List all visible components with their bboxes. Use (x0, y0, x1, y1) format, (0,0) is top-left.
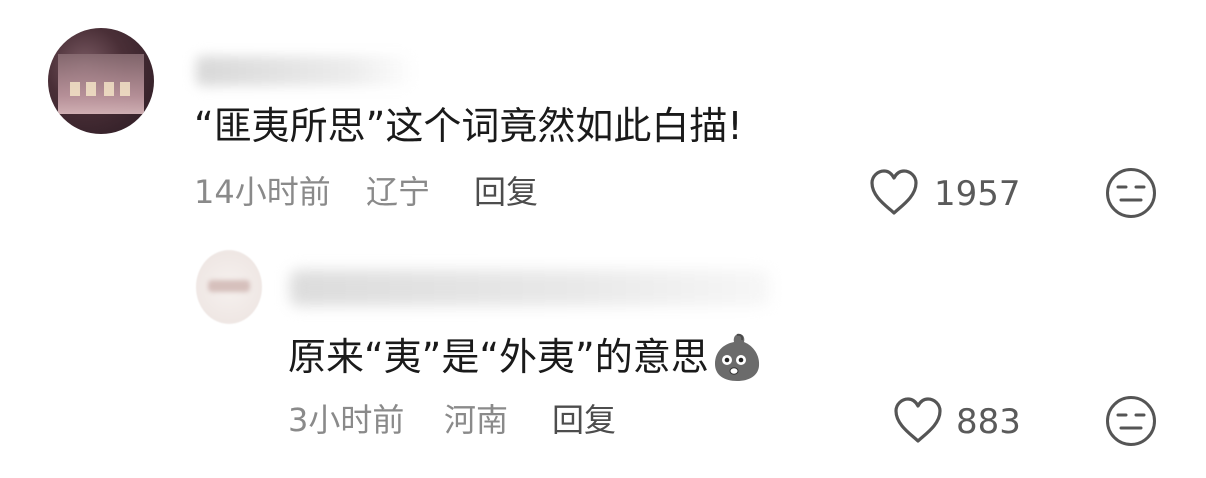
username-blurred[interactable] (196, 56, 416, 86)
avatar-image (208, 280, 250, 292)
dislike-button[interactable] (1104, 394, 1158, 448)
comment-time: 14小时前 (194, 173, 331, 211)
comment-text: “匪夷所思”这个词竟然如此白描! (194, 104, 743, 148)
comment-location: 辽宁 (366, 173, 431, 211)
like-button[interactable] (868, 168, 920, 218)
like-count: 1957 (934, 174, 1021, 214)
username-blurred[interactable] (290, 270, 770, 306)
comment-time: 3小时前 (288, 401, 405, 439)
heart-outline-icon (894, 397, 942, 443)
heart-outline-icon (870, 169, 918, 215)
like-button[interactable] (892, 396, 944, 446)
comment-location: 河南 (444, 401, 509, 439)
reply-comment: 原来“夷”是“外夷”的意思 (288, 330, 763, 384)
comment-text: 原来“夷”是“外夷”的意思 (288, 335, 709, 379)
potato-face-emoji (714, 333, 759, 381)
reply-button[interactable]: 回复 (474, 172, 538, 212)
avatar[interactable] (48, 28, 154, 134)
reply-button[interactable]: 回复 (552, 400, 616, 440)
unamused-face-icon (1106, 396, 1156, 446)
like-count: 883 (956, 402, 1021, 442)
unamused-face-icon (1106, 168, 1156, 218)
avatar[interactable] (196, 250, 262, 324)
dislike-button[interactable] (1104, 166, 1158, 220)
